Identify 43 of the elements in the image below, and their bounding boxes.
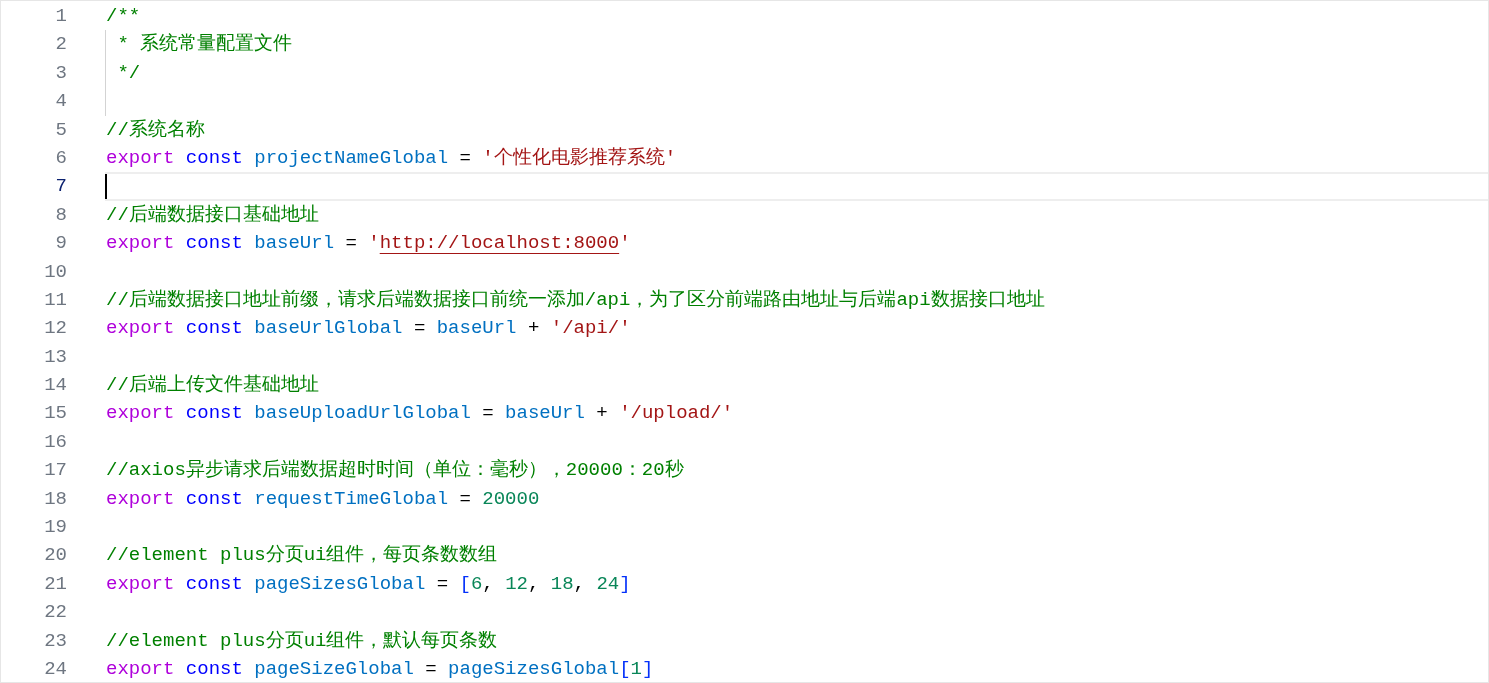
line-number: 9 [54, 231, 67, 257]
line-number: 15 [43, 401, 67, 427]
code-line: export const requestTimeGlobal = 20000 [105, 486, 541, 512]
line-number: 14 [43, 373, 67, 399]
code-line: export const baseUploadUrlGlobal = baseUrl + '/upload/' [105, 401, 735, 427]
code-line: /** [105, 4, 142, 29]
code-line: */ [105, 58, 1488, 88]
code-line: export const pageSizesGlobal = [6, 12, 18, 24] [105, 571, 632, 597]
code-line: export const pageSizeGlobal = pageSizesGlobal[1] [105, 657, 655, 682]
line-number: 5 [54, 117, 67, 143]
code-line: export const projectNameGlobal = '个性化电影推荐系统' [105, 145, 678, 171]
line-number: 8 [54, 202, 67, 228]
code-line: export const baseUrlGlobal = baseUrl + '/api/' [105, 316, 632, 342]
code-line: //element plus分页ui组件，默认每页条数 [105, 628, 499, 654]
line-number: 4 [54, 89, 67, 115]
line-number: 22 [43, 600, 67, 626]
line-number: 20 [43, 543, 67, 569]
line-number: 24 [43, 657, 67, 682]
code-line: //后端上传文件基础地址 [105, 373, 320, 399]
line-number: 12 [43, 316, 67, 342]
line-number: 10 [43, 259, 67, 285]
code-line: //element plus分页ui组件，每页条数数组 [105, 543, 499, 569]
line-number: 13 [43, 344, 67, 370]
code-line: //axios异步请求后端数据超时时间（单位：毫秒），20000：20秒 [105, 458, 685, 484]
line-number: 19 [43, 515, 67, 541]
code-line: * 系统常量配置文件 [105, 30, 1488, 59]
code-line: export const baseUrl = 'http://localhost:8000' [105, 231, 632, 257]
line-number: 3 [54, 60, 67, 86]
code-line: //系统名称 [105, 117, 206, 143]
line-number: 6 [54, 145, 67, 171]
line-number: 1 [54, 4, 67, 29]
line-number: 16 [43, 429, 67, 455]
line-number: 7 [54, 174, 67, 200]
line-number: 21 [43, 571, 67, 597]
line-number: 2 [54, 32, 67, 58]
line-number: 11 [43, 287, 67, 313]
code-line: //后端数据接口基础地址 [105, 202, 320, 228]
text-cursor [105, 174, 107, 199]
code-line: //后端数据接口地址前缀，请求后端数据接口前统一添加/api，为了区分前端路由地址与后端api数据接口地址 [105, 287, 1046, 313]
line-number: 18 [43, 486, 67, 512]
code-editor[interactable] [0, 0, 1489, 683]
line-number: 23 [43, 628, 67, 654]
line-number: 17 [43, 458, 67, 484]
